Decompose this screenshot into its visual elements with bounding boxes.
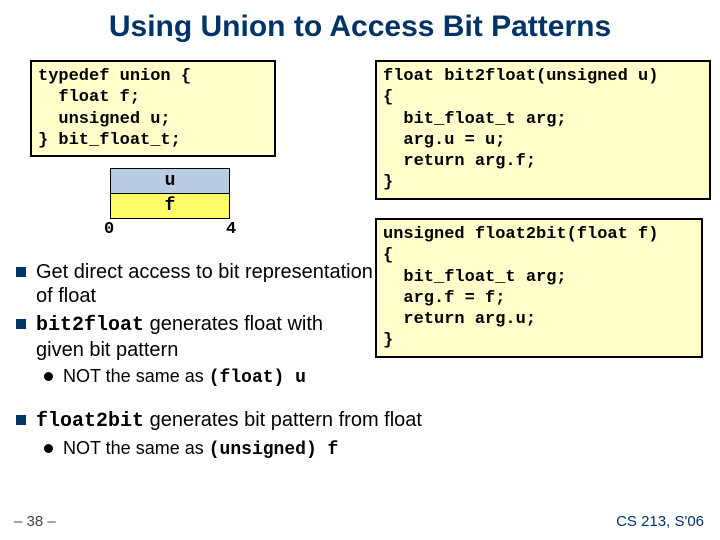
bullet-disc-icon	[44, 444, 53, 453]
bullet-1-text: Get direct access to bit representation …	[36, 260, 376, 308]
bullet-1: Get direct access to bit representation …	[16, 260, 376, 308]
code-inline: float2bit	[36, 410, 144, 433]
code-float2bit: unsigned float2bit(float f) { bit_float_…	[375, 218, 703, 358]
code-typedef: typedef union { float f; unsigned u; } b…	[30, 60, 276, 157]
code-inline: (unsigned) f	[209, 440, 339, 460]
subbullet-2: NOT the same as (float) u	[44, 366, 376, 390]
bullet-square-icon	[16, 415, 26, 425]
slide-title: Using Union to Access Bit Patterns	[0, 0, 720, 58]
subbullet-2-pre: NOT the same as	[63, 366, 209, 386]
subbullet-3-pre: NOT the same as	[63, 438, 209, 458]
subbullet-3-text: NOT the same as (unsigned) f	[63, 438, 338, 462]
code-bit2float: float bit2float(unsigned u) { bit_float_…	[375, 60, 711, 200]
bullet-square-icon	[16, 267, 26, 277]
subbullet-2-text: NOT the same as (float) u	[63, 366, 306, 390]
bullet-3-tail: generates bit pattern from float	[144, 409, 422, 431]
diagram-row-f: f	[110, 194, 230, 219]
bullet-3-text: float2bit generates bit pattern from flo…	[36, 408, 422, 434]
page-number: – 38 –	[14, 513, 56, 530]
subbullet-3: NOT the same as (unsigned) f	[44, 438, 456, 462]
code-inline: bit2float	[36, 314, 144, 337]
code-inline: (float) u	[209, 368, 306, 388]
bullet-2: bit2float generates float with given bit…	[16, 312, 376, 362]
bullet-list-lower: float2bit generates bit pattern from flo…	[16, 408, 456, 466]
bullet-list-upper: Get direct access to bit representation …	[16, 260, 376, 394]
bullet-square-icon	[16, 319, 26, 329]
diagram-tick-4: 4	[226, 220, 236, 239]
diagram-row-u: u	[110, 168, 230, 194]
bullet-disc-icon	[44, 372, 53, 381]
bullet-3: float2bit generates bit pattern from flo…	[16, 408, 456, 434]
diagram-tick-0: 0	[104, 220, 114, 239]
union-diagram: u f 0 4	[110, 168, 230, 219]
course-label: CS 213, S'06	[616, 513, 704, 530]
bullet-2-text: bit2float generates float with given bit…	[36, 312, 376, 362]
